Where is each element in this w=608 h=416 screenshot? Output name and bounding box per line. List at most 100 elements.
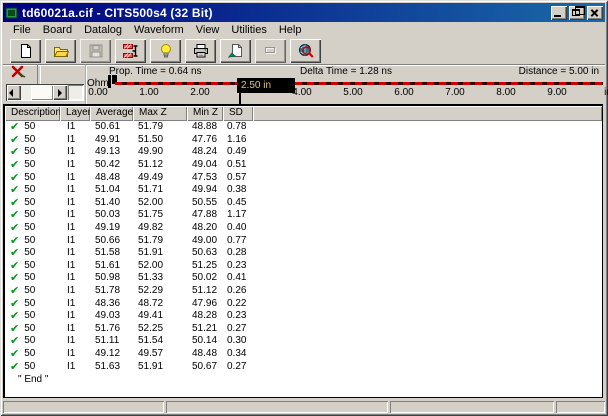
menu-utilities[interactable]: Utilities	[225, 23, 272, 37]
cell-description: ✔50	[5, 222, 60, 234]
red-x-tool-icon[interactable]	[9, 65, 29, 85]
table-header: DescriptionLayerAverageMax ZMin ZSD	[5, 106, 602, 121]
cell-min-z: 50.14	[187, 335, 223, 347]
menu-waveform[interactable]: Waveform	[128, 23, 190, 37]
column-header-average[interactable]: Average	[90, 106, 133, 121]
cell-average: 49.19	[90, 222, 133, 234]
table-row[interactable]: ✔50I151.6152.0051.250.23	[5, 260, 602, 273]
title-bar[interactable]: td60021a.cif - CITS500s4 (32 Bit)	[3, 3, 605, 22]
description-value: 50	[24, 272, 35, 284]
table-row[interactable]: ✔50I148.4849.4947.530.57	[5, 171, 602, 184]
cell-layer: I1	[60, 247, 90, 259]
table-row[interactable]: ✔50I150.6151.7948.880.78	[5, 121, 602, 134]
table-row[interactable]: ✔50I151.0451.7149.940.38	[5, 184, 602, 197]
cell-max-z: 51.79	[133, 121, 187, 133]
cell-description: ✔50	[5, 197, 60, 209]
scroll-extra-box[interactable]	[68, 85, 83, 100]
cell-max-z: 51.91	[133, 247, 187, 259]
table-row[interactable]: ✔50I151.4052.0050.550.45	[5, 197, 602, 210]
table-row[interactable]: ✔50I150.4251.1249.040.51	[5, 159, 602, 172]
open-folder-button[interactable]	[45, 39, 76, 63]
description-value: 50	[24, 235, 35, 247]
scroll-left-button[interactable]	[7, 85, 21, 100]
cell-min-z: 49.94	[187, 184, 223, 196]
horizontal-scrollbar[interactable]	[6, 84, 84, 101]
printer-button[interactable]	[185, 39, 216, 63]
column-header-layer[interactable]: Layer	[60, 106, 90, 121]
cell-max-z: 51.33	[133, 272, 187, 284]
description-value: 50	[24, 134, 35, 146]
restore-icon	[572, 9, 580, 16]
cell-min-z: 48.20	[187, 222, 223, 234]
cell-max-z: 48.72	[133, 298, 187, 310]
cell-sd: 0.45	[223, 197, 253, 209]
cell-average: 51.40	[90, 197, 133, 209]
export-page-button[interactable]	[220, 39, 251, 63]
cell-min-z: 48.24	[187, 146, 223, 158]
menu-datalog[interactable]: Datalog	[78, 23, 128, 37]
table-row[interactable]: ✔50I151.6351.9150.670.27	[5, 360, 602, 373]
check-icon: ✔	[10, 147, 19, 157]
cell-sd: 0.40	[223, 222, 253, 234]
column-header-sd[interactable]: SD	[223, 106, 253, 121]
table-row[interactable]: ✔50I149.1949.8248.200.40	[5, 222, 602, 235]
scroll-thumb[interactable]	[31, 85, 53, 100]
cell-min-z: 47.96	[187, 298, 223, 310]
column-header-description[interactable]: Description	[5, 106, 60, 121]
cell-description: ✔50	[5, 247, 60, 259]
cell-sd: 0.34	[223, 348, 253, 360]
table-row[interactable]: ✔50I148.3648.7247.960.22	[5, 297, 602, 310]
scroll-track[interactable]	[21, 85, 53, 100]
table-row[interactable]: ✔50I149.0349.4148.280.23	[5, 310, 602, 323]
minimize-icon	[554, 15, 561, 17]
description-value: 50	[24, 247, 35, 259]
new-document-button[interactable]	[10, 39, 41, 63]
table-row[interactable]: ✔50I149.1349.9048.240.49	[5, 146, 602, 159]
table-row[interactable]: ✔50I151.7652.2551.210.27	[5, 323, 602, 336]
restore-button[interactable]	[569, 6, 585, 20]
lightbulb-button[interactable]	[150, 39, 181, 63]
close-button[interactable]	[587, 6, 603, 20]
table-row[interactable]: ✔50I149.9151.5047.761.16	[5, 134, 602, 147]
table-row[interactable]: ✔50I151.1151.5450.140.30	[5, 335, 602, 348]
cursor-readout[interactable]: 2.50 in	[237, 78, 295, 93]
globe-search-button[interactable]	[290, 39, 321, 63]
scroll-right-button[interactable]	[53, 85, 67, 100]
check-icon: ✔	[10, 261, 19, 271]
cell-description: ✔50	[5, 323, 60, 335]
cell-min-z: 51.21	[187, 323, 223, 335]
description-value: 50	[24, 159, 35, 171]
results-table: DescriptionLayerAverageMax ZMin ZSD ✔50I…	[3, 104, 603, 398]
menu-file[interactable]: File	[7, 23, 37, 37]
menu-view[interactable]: View	[190, 23, 226, 37]
table-row[interactable]: ✔50I150.9851.3350.020.41	[5, 272, 602, 285]
column-header-max-z[interactable]: Max Z	[133, 106, 187, 121]
table-row[interactable]: ✔50I150.0351.7547.881.17	[5, 209, 602, 222]
cell-average: 48.36	[90, 298, 133, 310]
column-header-min-z[interactable]: Min Z	[187, 106, 223, 121]
menu-board[interactable]: Board	[37, 23, 78, 37]
minimize-button[interactable]	[551, 6, 567, 20]
check-icon: ✔	[10, 198, 19, 208]
cell-max-z: 52.00	[133, 197, 187, 209]
cell-layer: I1	[60, 310, 90, 322]
ruler-tick-8-00: 8.00	[496, 87, 515, 98]
table-row[interactable]: ✔50I149.1249.5748.480.34	[5, 348, 602, 361]
cell-min-z: 47.88	[187, 209, 223, 221]
cell-layer: I1	[60, 298, 90, 310]
table-row[interactable]: ✔50I151.7852.2951.120.26	[5, 285, 602, 298]
cell-sd: 0.28	[223, 247, 253, 259]
printer-icon	[193, 43, 209, 59]
cell-description: ✔50	[5, 361, 60, 373]
description-value: 50	[24, 323, 35, 335]
table-row[interactable]: ✔50I151.5851.9150.630.28	[5, 247, 602, 260]
impedance-measure-button[interactable]	[115, 39, 146, 63]
cell-layer: I1	[60, 285, 90, 297]
description-value: 50	[24, 121, 35, 133]
cell-layer: I1	[60, 121, 90, 133]
cell-max-z: 52.29	[133, 285, 187, 297]
cell-description: ✔50	[5, 348, 60, 360]
menu-help[interactable]: Help	[273, 23, 308, 37]
cell-layer: I1	[60, 260, 90, 272]
table-row[interactable]: ✔50I150.6651.7949.000.77	[5, 234, 602, 247]
